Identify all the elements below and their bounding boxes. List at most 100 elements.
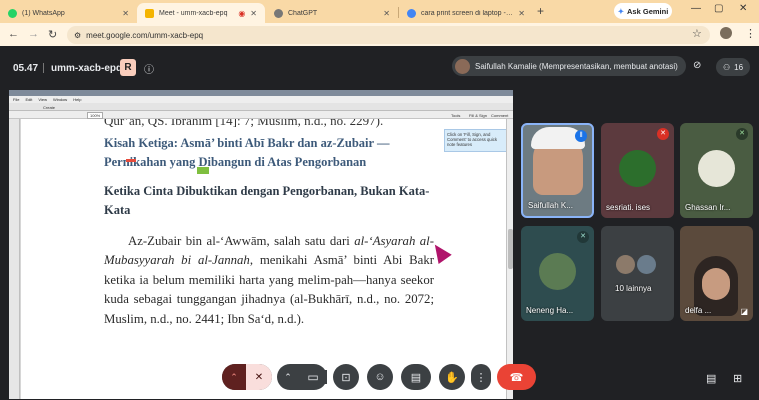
- speaking-icon: ⦀: [575, 130, 587, 142]
- mic-off-button[interactable]: ✕: [246, 364, 272, 390]
- bookmark-star-icon[interactable]: ☆: [692, 27, 702, 40]
- scroll-thumb[interactable]: [508, 229, 513, 269]
- meet-icon: [145, 8, 154, 18]
- menu-help[interactable]: Help: [73, 97, 81, 102]
- close-icon[interactable]: ✕: [383, 9, 390, 18]
- menu-edit[interactable]: Edit: [25, 97, 32, 102]
- participant-count-value: 16: [734, 62, 744, 72]
- partial-line: Qur’an, QS. Ibrahim [14]: 7; Muslim, n.d…: [104, 119, 384, 128]
- participant-name: Saifullah K...: [528, 201, 573, 210]
- participant-tile[interactable]: ⦀ Saifullah K...: [521, 123, 594, 218]
- participant-tile[interactable]: ✕ Ghassan Ir...: [680, 123, 753, 218]
- reader-menu-bar: File Edit View Window Help: [9, 96, 513, 103]
- meeting-code: umm-xacb-epq: [51, 63, 123, 74]
- tab-google-search[interactable]: cara print screen di laptop - Pe ✕: [399, 3, 533, 23]
- avatar: [455, 58, 470, 74]
- recording-icon: ◉: [238, 8, 246, 18]
- emoji-button[interactable]: ☺: [367, 364, 393, 390]
- activities-icon[interactable]: ⊞: [733, 372, 742, 385]
- leave-call-button[interactable]: ☎: [497, 364, 536, 390]
- participant-name: delfa ...: [685, 306, 712, 315]
- profile-avatar[interactable]: [720, 27, 732, 39]
- tab-title: ChatGPT: [288, 9, 318, 17]
- annotation-marker: [197, 167, 209, 174]
- participant-name: Ghassan Ir...: [685, 203, 731, 212]
- present-button[interactable]: ⊡: [333, 364, 359, 390]
- comment-tab[interactable]: Comment: [491, 113, 508, 118]
- participant-name: Neneng Ha...: [526, 306, 574, 315]
- raise-hand-button[interactable]: ✋: [439, 364, 465, 390]
- annotation-mark: [126, 159, 136, 162]
- sub-heading: Ketika Cinta Dibuktikan dengan Pengorban…: [104, 184, 430, 217]
- hide-presentation-icon[interactable]: ⊘: [693, 60, 701, 71]
- back-icon[interactable]: ←: [8, 28, 19, 40]
- tab-chatgpt[interactable]: ChatGPT ✕: [266, 3, 398, 23]
- chat-icon[interactable]: ▤: [706, 372, 716, 385]
- avatar: [698, 150, 735, 187]
- minimize-icon[interactable]: —: [691, 3, 701, 14]
- presenter-chip[interactable]: Saifullah Kamalie (Mempresentasikan, mem…: [452, 56, 686, 76]
- url-field[interactable]: ⚙ meet.google.com/umm-xacb-epq: [67, 26, 710, 44]
- fill-sign-tab[interactable]: Fill & Sign: [469, 113, 487, 118]
- participant-tile[interactable]: ✕ sesriati. ises: [601, 123, 674, 218]
- browser-tab-bar: (1) WhatsApp ✕ Meet - umm-xacb-epq ◉ ✕ C…: [0, 0, 759, 23]
- pin-icon[interactable]: ◪: [740, 307, 748, 316]
- reader-note-box: Click on 'Fill, Sign, and Comment' to ac…: [444, 129, 506, 152]
- site-info-icon[interactable]: ⚙: [74, 31, 81, 40]
- tools-tab[interactable]: Tools: [451, 113, 460, 118]
- window-close-icon[interactable]: ✕: [739, 3, 747, 14]
- menu-view[interactable]: View: [38, 97, 47, 102]
- presenting-icon[interactable]: R: [120, 59, 136, 76]
- zoom-field[interactable]: 100%: [87, 112, 104, 119]
- chevron-up-icon[interactable]: ⌃: [277, 372, 299, 383]
- new-tab-button[interactable]: +: [537, 4, 544, 18]
- forward-icon[interactable]: →: [28, 28, 39, 40]
- create-button[interactable]: Create: [43, 105, 55, 110]
- tab-whatsapp[interactable]: (1) WhatsApp ✕: [0, 3, 137, 23]
- info-icon[interactable]: ⓘ: [144, 61, 154, 76]
- more-participants-label: 10 lainnya: [615, 284, 652, 293]
- video-feed: [702, 268, 730, 300]
- ask-gemini-button[interactable]: ✦ Ask Gemini: [614, 3, 672, 19]
- mic-off-icon: ✕: [577, 231, 589, 243]
- tab-title: (1) WhatsApp: [22, 9, 65, 17]
- more-participants-tile[interactable]: 10 lainnya: [601, 226, 674, 321]
- book-text: Qur’an, QS. Ibrahim [14]: 7; Muslim, n.d…: [104, 119, 434, 329]
- body-paragraph: Az-Zubair bin al-‘Awwām, salah satu dari…: [104, 232, 434, 329]
- close-icon[interactable]: ✕: [250, 9, 257, 18]
- chevron-up-icon[interactable]: ⌃: [222, 364, 246, 390]
- maximize-icon[interactable]: ▢: [714, 3, 723, 14]
- address-bar-row: ← → ↻ ⚙ meet.google.com/umm-xacb-epq ☆ ⋮: [0, 23, 759, 46]
- participant-name: sesriati. ises: [606, 203, 651, 212]
- menu-icon[interactable]: ⋮: [745, 27, 756, 40]
- close-icon[interactable]: ✕: [122, 9, 129, 18]
- section-heading: Kisah Ketiga: Asmā’ binti Abī Bakr dan a…: [104, 136, 390, 169]
- reader-side-panel: [9, 119, 20, 399]
- paragraph-text: Az-Zubair bin al-‘Awwām, salah satu dari: [128, 234, 355, 248]
- menu-file[interactable]: File: [13, 97, 19, 102]
- more-options-button[interactable]: ⋮: [471, 364, 491, 390]
- gemini-icon: ✦: [617, 6, 625, 16]
- close-icon[interactable]: ✕: [518, 9, 525, 18]
- captions-button[interactable]: ▤: [401, 364, 431, 390]
- avatar: [619, 150, 656, 187]
- tab-title: Meet - umm-xacb-epq: [159, 9, 228, 17]
- participant-tile[interactable]: delfa ... ◪: [680, 226, 753, 321]
- reload-icon[interactable]: ↻: [48, 28, 57, 41]
- avatar: [616, 255, 635, 274]
- presenter-label: Saifullah Kamalie (Mempresentasikan, mem…: [475, 61, 678, 71]
- whatsapp-icon: [8, 8, 17, 18]
- reader-toolbar: Create: [9, 103, 513, 111]
- ask-gemini-label: Ask Gemini: [627, 6, 669, 16]
- tab-meet[interactable]: Meet - umm-xacb-epq ◉ ✕: [137, 3, 265, 23]
- reader-scrollbar[interactable]: [506, 119, 513, 399]
- camera-control-group: ⌃ ▭: [277, 364, 327, 390]
- menu-window[interactable]: Window: [53, 97, 67, 102]
- participant-tile[interactable]: ✕ Neneng Ha...: [521, 226, 594, 321]
- camera-button[interactable]: ▭: [299, 370, 327, 384]
- participants-count[interactable]: ⚇ 16: [716, 58, 750, 76]
- url-text: meet.google.com/umm-xacb-epq: [86, 30, 204, 40]
- avatar: [637, 255, 656, 274]
- document-page: Click on 'Fill, Sign, and Comment' to ac…: [21, 119, 506, 399]
- tab-title: cara print screen di laptop - Pe: [421, 9, 514, 17]
